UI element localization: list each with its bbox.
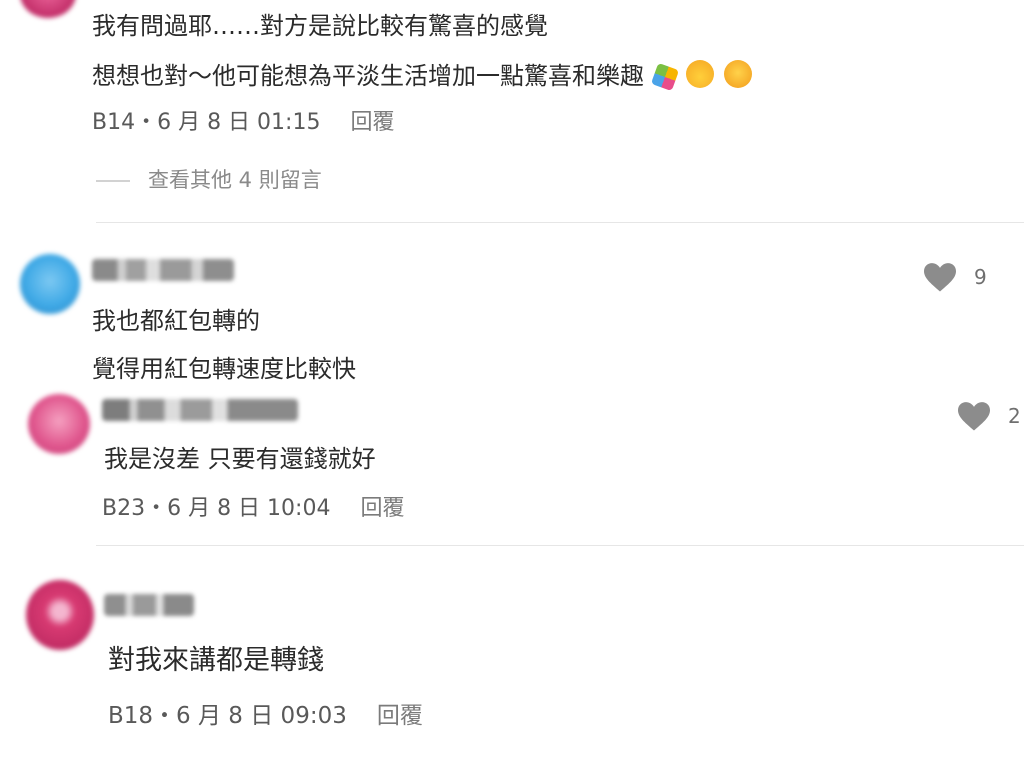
reply-button[interactable]: 回覆	[350, 110, 394, 135]
comment-text: 想想也對～他可能想為平淡生活增加一點驚喜和樂趣	[92, 62, 644, 90]
partying-face-icon	[686, 60, 714, 88]
view-more-label: 查看其他 4 則留言	[148, 168, 322, 192]
grinning-face-icon	[724, 60, 752, 88]
like-count: 9	[974, 265, 987, 289]
comment-meta: B14・6 月 8 日 01:15 回覆	[92, 112, 394, 134]
avatar[interactable]	[20, 254, 80, 314]
party-popper-icon	[650, 62, 680, 92]
username[interactable]	[102, 399, 298, 421]
comment-meta: B18・6 月 8 日 09:03 回覆	[108, 705, 423, 728]
username[interactable]	[104, 594, 194, 616]
heart-icon	[924, 263, 956, 292]
avatar[interactable]	[28, 394, 90, 454]
comment-timestamp: B14・6 月 8 日 01:15	[92, 110, 321, 135]
reply-button[interactable]: 回覆	[360, 496, 404, 521]
view-more-replies[interactable]: 查看其他 4 則留言	[96, 170, 322, 191]
heart-icon	[958, 402, 990, 431]
comment-timestamp: B23・6 月 8 日 10:04	[102, 496, 331, 521]
like-button[interactable]: 9	[922, 261, 987, 293]
comment-timestamp: B18・6 月 8 日 09:03	[108, 703, 347, 729]
comment-text-line: 對我來講都是轉錢	[108, 645, 324, 676]
comment-meta: B23・6 月 8 日 10:04 回覆	[102, 498, 404, 520]
comment-text-line: 覺得用紅包轉速度比較快	[92, 355, 356, 383]
comment-text-line: 想想也對～他可能想為平淡生活增加一點驚喜和樂趣	[92, 60, 752, 92]
avatar[interactable]	[20, 0, 76, 18]
reply-button[interactable]: 回覆	[377, 703, 423, 729]
comment-divider	[96, 222, 1024, 223]
comment-text-line: 我也都紅包轉的	[92, 307, 260, 335]
avatar[interactable]	[26, 580, 94, 650]
like-count: 2	[1008, 404, 1021, 428]
comment-text-line: 我有問過耶……對方是說比較有驚喜的感覺	[92, 12, 548, 40]
username[interactable]	[92, 259, 234, 281]
comment-divider	[96, 545, 1024, 546]
comment-text-line: 我是沒差 只要有還錢就好	[104, 445, 376, 473]
more-divider	[96, 179, 130, 182]
like-button[interactable]: 2	[956, 400, 1021, 432]
